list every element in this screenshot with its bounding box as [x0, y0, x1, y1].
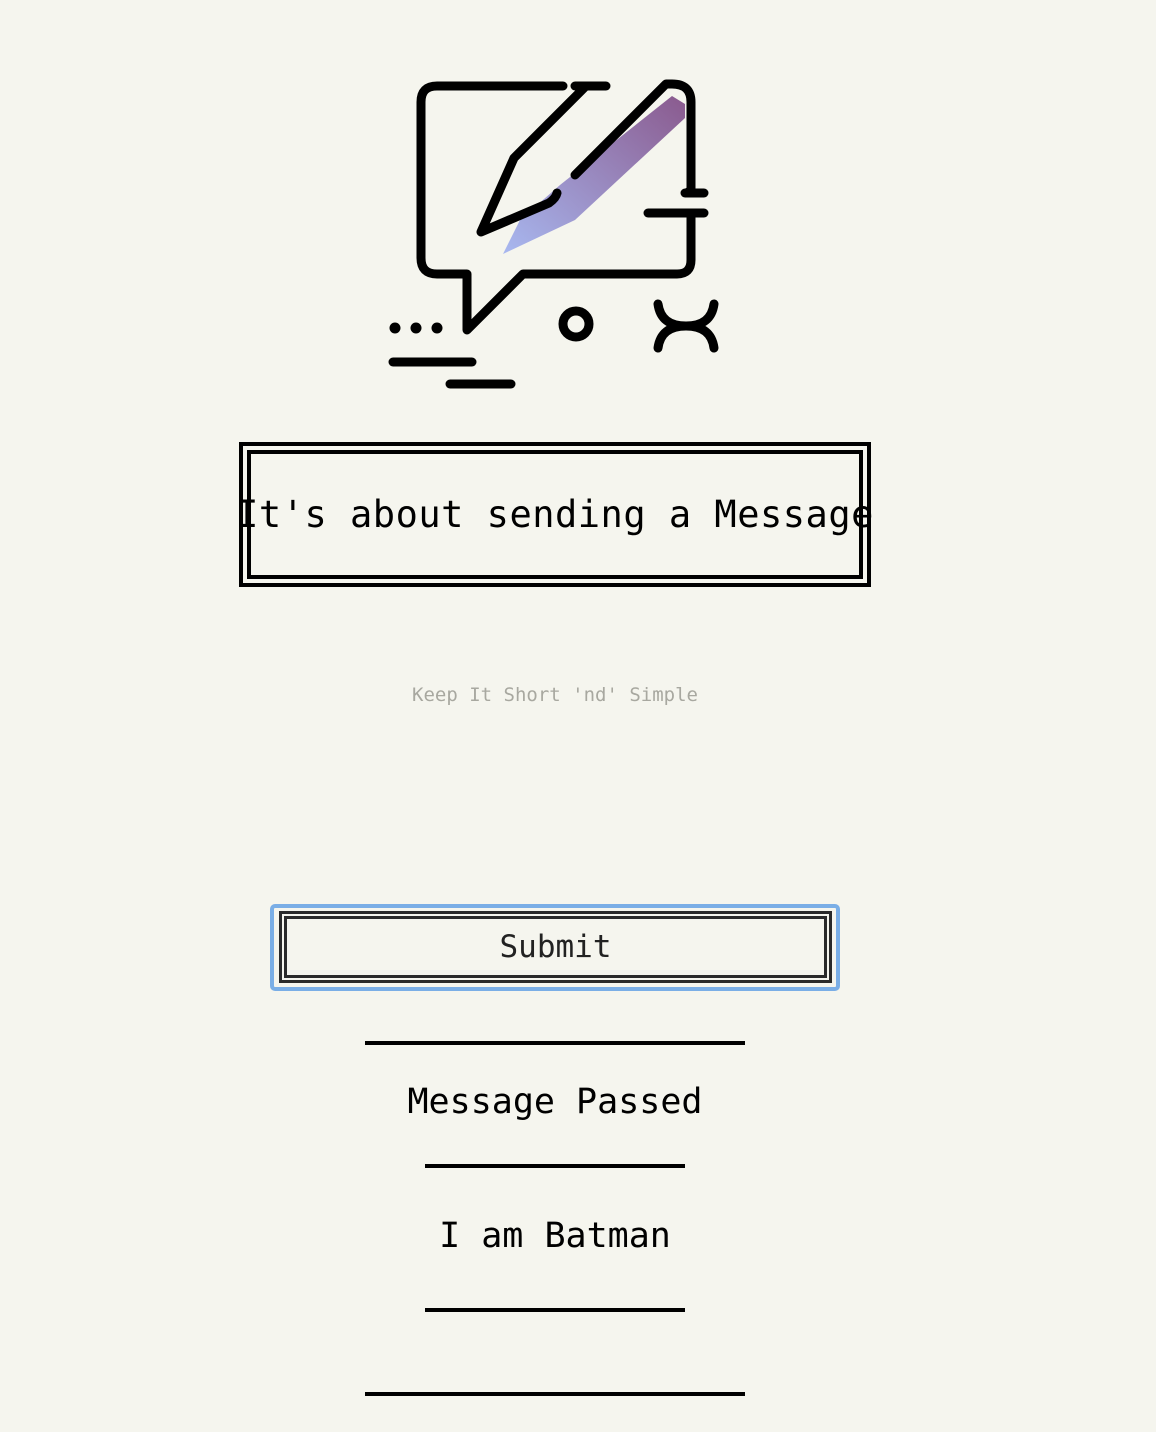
- page: It's about sending a Message Submit Mess…: [0, 0, 1156, 1432]
- title-banner: It's about sending a Message: [236, 442, 874, 587]
- divider: [425, 1308, 685, 1312]
- page-title: It's about sending a Message: [236, 493, 874, 536]
- message-edit-icon: [388, 79, 719, 389]
- message-input[interactable]: [300, 660, 810, 730]
- divider: [365, 1392, 745, 1396]
- messages-heading: Message Passed: [407, 1082, 703, 1122]
- message-item: I am Batman: [439, 1216, 671, 1256]
- submit-button[interactable]: Submit: [279, 911, 832, 983]
- divider: [425, 1164, 685, 1168]
- divider: [365, 1041, 745, 1045]
